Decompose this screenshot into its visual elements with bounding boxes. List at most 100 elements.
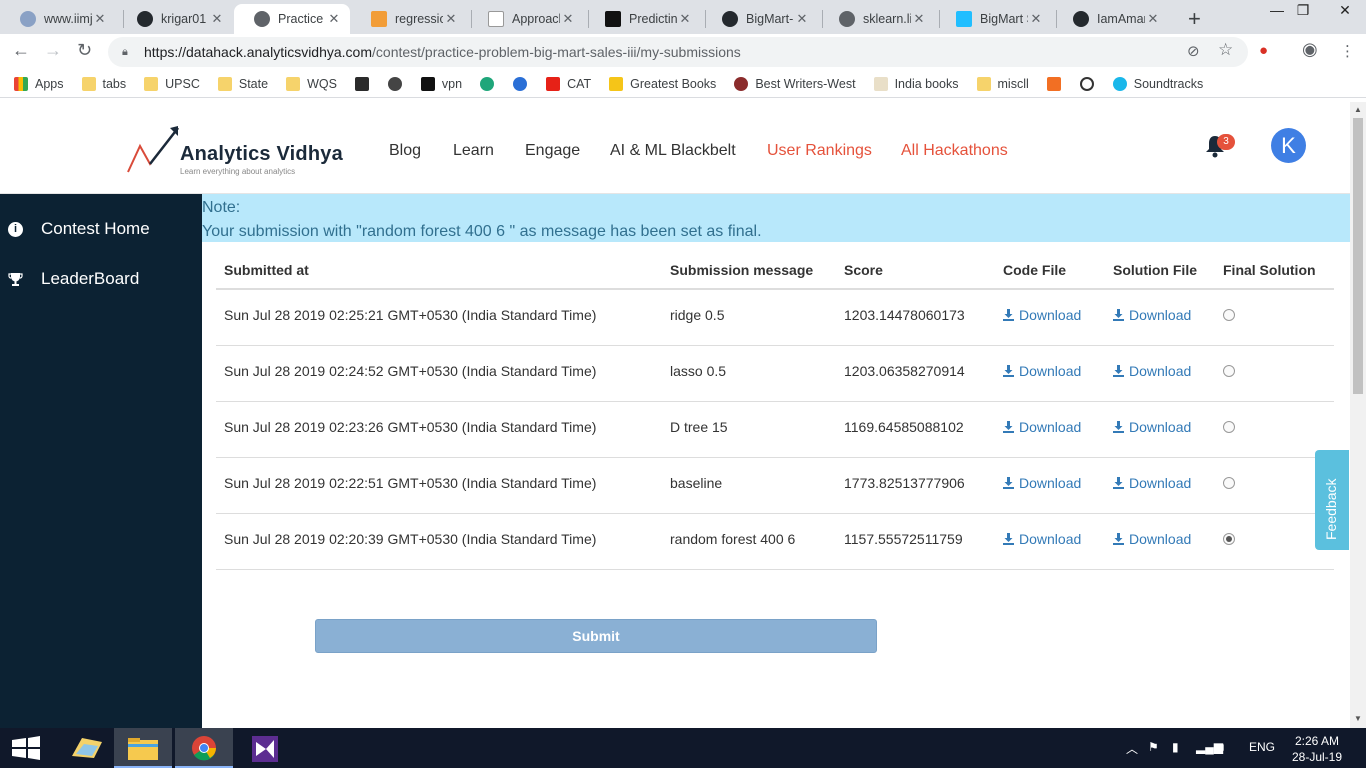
imdb-icon xyxy=(609,76,624,91)
browser-tab[interactable]: Approach ✕ xyxy=(468,4,584,34)
close-tab-icon[interactable]: ✕ xyxy=(443,11,459,27)
bookmark-india-books[interactable]: India books xyxy=(873,76,959,91)
address-bar[interactable]: 🔒︎ https://datahack.analyticsvidhya.com /… xyxy=(108,37,1248,67)
browser-tab[interactable]: IamAman ✕ xyxy=(1053,4,1169,34)
language-indicator[interactable]: ENG xyxy=(1249,740,1275,754)
final-solution-radio[interactable] xyxy=(1223,477,1235,489)
taskbar-clock[interactable]: 2:26 AM 28-Jul-19 xyxy=(1284,733,1350,765)
close-tab-icon[interactable]: ✕ xyxy=(911,11,927,27)
scroll-up-icon[interactable]: ▲ xyxy=(1354,105,1362,114)
taskbar-app-chrome[interactable] xyxy=(175,728,233,768)
nav-user-rankings[interactable]: User Rankings xyxy=(767,142,872,160)
code-download-link[interactable]: Download xyxy=(1003,475,1081,491)
score-cell: 1203.14478060173 xyxy=(844,307,965,323)
scrollbar-thumb[interactable] xyxy=(1353,118,1363,394)
submit-button[interactable]: Submit xyxy=(315,619,877,653)
browser-tab-active[interactable]: Practice Problem ✕ xyxy=(234,4,350,34)
taskbar-app-photos[interactable] xyxy=(58,728,116,768)
solution-download-link[interactable]: Download xyxy=(1113,531,1191,547)
nav-learn[interactable]: Learn xyxy=(453,142,494,160)
close-window-button[interactable]: ✕ xyxy=(1322,2,1366,19)
close-tab-icon[interactable]: ✕ xyxy=(326,11,342,27)
avatar[interactable]: K xyxy=(1271,128,1306,163)
bookmark-folder[interactable]: tabs xyxy=(81,76,126,91)
nav-ai-ml-blackbelt[interactable]: AI & ML Blackbelt xyxy=(610,142,736,160)
bookmark-site[interactable] xyxy=(354,76,376,91)
final-solution-radio[interactable] xyxy=(1223,309,1235,321)
download-icon xyxy=(1113,477,1124,489)
bookmark-best-writers[interactable]: Best Writers-West xyxy=(734,76,856,91)
browser-tab[interactable]: www.iimjobs ✕ xyxy=(0,4,116,34)
close-tab-icon[interactable]: ✕ xyxy=(560,11,576,27)
scroll-down-icon[interactable]: ▼ xyxy=(1354,714,1362,723)
bookmark-site[interactable] xyxy=(1079,76,1101,91)
show-hidden-icons-icon[interactable]: ︿ xyxy=(1126,740,1138,757)
flag-icon[interactable]: ⚑ xyxy=(1148,740,1159,754)
solution-download-link[interactable]: Download xyxy=(1113,419,1191,435)
extension-icon[interactable]: ● xyxy=(1259,42,1268,59)
browser-tab[interactable]: regression ✕ xyxy=(351,4,467,34)
browser-tab[interactable]: BigMart Sales ✕ xyxy=(936,4,1052,34)
submitted-at-cell: Sun Jul 28 2019 02:20:39 GMT+0530 (India… xyxy=(224,531,597,547)
maximize-button[interactable]: ❐ xyxy=(1280,2,1326,19)
bookmark-folder[interactable]: miscll xyxy=(976,76,1029,91)
close-tab-icon[interactable]: ✕ xyxy=(92,11,108,27)
final-solution-radio[interactable] xyxy=(1223,421,1235,433)
code-download-link[interactable]: Download xyxy=(1003,307,1081,323)
bookmark-folder[interactable]: WQS xyxy=(286,76,337,91)
browser-tab[interactable]: sklearn.linear ✕ xyxy=(819,4,935,34)
bookmark-soundtracks[interactable]: Soundtracks xyxy=(1112,76,1203,91)
bookmark-folder[interactable]: State xyxy=(217,76,268,91)
browser-tab[interactable]: BigMart-Sales ✕ xyxy=(702,4,818,34)
code-download-link[interactable]: Download xyxy=(1003,419,1081,435)
final-solution-radio[interactable] xyxy=(1223,365,1235,377)
final-solution-radio-selected[interactable] xyxy=(1223,533,1235,545)
bookmark-greatest-books[interactable]: Greatest Books xyxy=(609,76,716,91)
bookmark-site[interactable] xyxy=(387,76,409,91)
taskbar-app-visual-studio[interactable] xyxy=(236,728,294,768)
close-tab-icon[interactable]: ✕ xyxy=(1028,11,1044,27)
soundcloud-icon xyxy=(1046,76,1061,91)
blocked-content-icon[interactable]: ⊘ xyxy=(1187,42,1200,60)
sidebar-item-leaderboard[interactable]: LeaderBoard xyxy=(0,269,202,289)
message-cell: random forest 400 6 xyxy=(670,531,796,547)
forward-icon[interactable]: → xyxy=(44,40,62,61)
close-tab-icon[interactable]: ✕ xyxy=(1145,11,1161,27)
bookmark-vpn[interactable]: vpn xyxy=(420,76,462,91)
back-icon[interactable]: ← xyxy=(12,40,30,61)
network-icon[interactable]: ▂▄▆ xyxy=(1196,740,1223,754)
nav-all-hackathons[interactable]: All Hackathons xyxy=(901,142,1008,160)
bookmark-cat[interactable]: CAT xyxy=(546,76,591,91)
code-download-link[interactable]: Download xyxy=(1003,363,1081,379)
reload-icon[interactable]: ↻ xyxy=(77,40,92,61)
page-scrollbar[interactable]: ▲ ▼ xyxy=(1350,102,1366,728)
feedback-button[interactable]: Feedback xyxy=(1315,450,1349,550)
solution-download-link[interactable]: Download xyxy=(1113,307,1191,323)
menu-kebab-icon[interactable]: ⋮ xyxy=(1340,42,1355,60)
volume-icon[interactable]: 🔈︎ xyxy=(1220,740,1227,755)
star-bookmark-icon[interactable]: ☆ xyxy=(1218,40,1233,60)
battery-icon[interactable]: ▮ xyxy=(1172,740,1179,754)
close-tab-icon[interactable]: ✕ xyxy=(209,11,225,27)
browser-tab[interactable]: Predicting ✕ xyxy=(585,4,701,34)
taskbar-app-file-explorer[interactable] xyxy=(114,728,172,768)
bookmark-site[interactable] xyxy=(1046,76,1068,91)
browser-tab[interactable]: krigar01 ✕ xyxy=(117,4,233,34)
new-tab-button[interactable]: + xyxy=(1188,6,1201,32)
nav-engage[interactable]: Engage xyxy=(525,142,580,160)
sidebar-item-contest-home[interactable]: i Contest Home xyxy=(0,219,202,239)
solution-download-link[interactable]: Download xyxy=(1113,475,1191,491)
start-button[interactable] xyxy=(0,728,58,768)
close-tab-icon[interactable]: ✕ xyxy=(677,11,693,27)
bookmark-apps[interactable]: Apps xyxy=(14,76,64,91)
close-tab-icon[interactable]: ✕ xyxy=(794,11,810,27)
vimeo-icon xyxy=(1112,76,1127,91)
bookmark-site[interactable] xyxy=(480,76,501,91)
code-download-link[interactable]: Download xyxy=(1003,531,1081,547)
analytics-vidhya-logo[interactable]: Analytics Vidhya Learn everything about … xyxy=(126,124,343,176)
profile-icon[interactable]: ◉ xyxy=(1302,39,1318,60)
solution-download-link[interactable]: Download xyxy=(1113,363,1191,379)
nav-blog[interactable]: Blog xyxy=(389,142,421,160)
bookmark-site[interactable] xyxy=(513,76,534,91)
bookmark-folder[interactable]: UPSC xyxy=(144,76,200,91)
